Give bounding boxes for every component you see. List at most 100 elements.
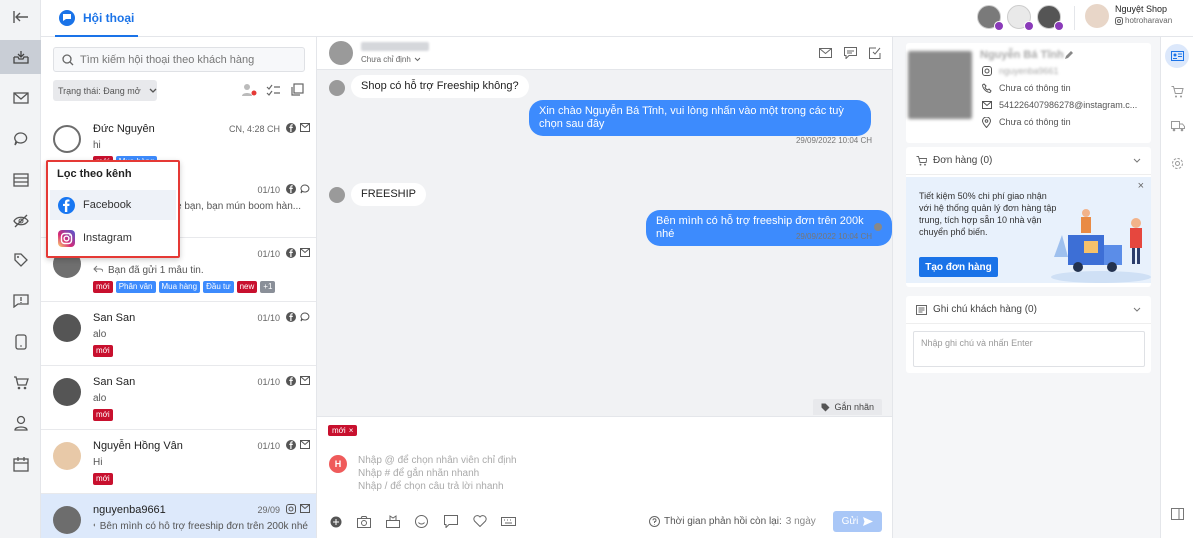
list-icon[interactable]: [0, 163, 41, 197]
tag-badge: mới: [93, 345, 113, 357]
assign-user-icon[interactable]: [241, 83, 257, 97]
account-avatar[interactable]: [1085, 4, 1109, 28]
notes-header[interactable]: Ghi chú khách hàng (0): [906, 296, 1151, 324]
chevron-down-icon: [1133, 158, 1141, 163]
orders-card: Đơn hàng (0) Tiết kiệm 50% chi phí giao …: [906, 147, 1151, 287]
location-icon: [982, 117, 991, 128]
chat-header: Chưa chỉ định: [317, 37, 892, 70]
comment-square-icon: [844, 47, 857, 59]
chevron-down-icon: [1133, 307, 1141, 312]
instagram-icon: [286, 504, 296, 514]
applied-tag[interactable]: mới ×: [328, 425, 358, 436]
edit-icon: [1065, 51, 1073, 59]
hidden-eye-icon[interactable]: [0, 204, 41, 238]
conversation-time: 01/10: [257, 185, 280, 195]
mail-icon: [982, 101, 992, 109]
conversation-name: San San: [93, 312, 136, 324]
conversation-item[interactable]: San San 01/10 alo mới: [41, 302, 316, 366]
page-avatar-3[interactable]: [1037, 5, 1064, 31]
page-avatar-2[interactable]: [1007, 5, 1034, 31]
contact-card-icon[interactable]: [1165, 44, 1189, 68]
channel-option-label: Facebook: [83, 199, 132, 211]
account-handle: hotroharavan: [1125, 16, 1173, 25]
camera-icon: [357, 516, 371, 528]
comment-icon: [300, 312, 310, 322]
customer-name-blurred: [361, 42, 429, 51]
agent-avatar: H: [329, 455, 347, 473]
copy-icon[interactable]: [291, 83, 304, 96]
tab-label: Hội thoại: [83, 10, 135, 25]
facebook-icon: [286, 376, 296, 386]
conversation-snippet: Bạn đã gửi 1 mẫu tin.: [108, 265, 204, 276]
response-time-label: Thời gian phản hồi còn lại:: [664, 516, 782, 527]
composer-hint[interactable]: Nhập @ để chọn nhân viên chỉ định: [358, 455, 517, 466]
conversation-snippet: alo: [93, 329, 107, 340]
message-incoming: FREESHIP: [351, 183, 427, 206]
mobile-icon[interactable]: [0, 325, 41, 359]
add-tag-button[interactable]: Gắn nhãn: [813, 399, 882, 415]
search-icon: [62, 53, 74, 65]
close-icon[interactable]: ×: [1138, 180, 1144, 192]
tag-icon[interactable]: [0, 243, 41, 277]
promo-text: Tiết kiệm 50% chi phí giao nhận với hệ t…: [919, 191, 1057, 237]
cart-icon[interactable]: [0, 366, 41, 400]
checklist-icon[interactable]: [266, 83, 280, 97]
more-tags-badge[interactable]: +1: [260, 281, 276, 293]
channel-option-facebook[interactable]: Facebook: [50, 190, 176, 220]
customer-username: nguyenba9661: [999, 66, 1059, 76]
conversation-item-selected[interactable]: nguyenba9661 29/09 Bên mình có hỗ trợ fr…: [41, 494, 316, 538]
channel-filter-menu: Lọc theo kênh Facebook Instagram: [46, 160, 180, 258]
search-box[interactable]: Tìm kiếm hội thoại theo khách hàng: [53, 47, 305, 72]
search-input[interactable]: Tìm kiếm hội thoại theo khách hàng: [80, 54, 254, 66]
emoji-icon: [415, 515, 428, 528]
check-square-icon: [869, 47, 881, 59]
mail-icon[interactable]: [0, 81, 41, 115]
add-tag-label: Gắn nhãn: [834, 402, 874, 412]
chat-bubble-icon: [59, 9, 75, 26]
tag-badge: Mua hàng: [158, 281, 201, 293]
mail-icon: [300, 376, 310, 385]
account-name[interactable]: Nguyệt Shop: [1115, 4, 1167, 14]
conversation-item[interactable]: San San 01/10 alo mới: [41, 366, 316, 430]
create-order-button[interactable]: Tạo đơn hàng: [919, 257, 998, 277]
quick-reply-icon: [444, 515, 458, 528]
sender-avatar: [329, 80, 345, 96]
channel-option-instagram[interactable]: Instagram: [50, 223, 176, 253]
tag-badge: Đầu tư: [203, 281, 234, 293]
collapse-icon[interactable]: [0, 0, 41, 34]
remove-tag-icon[interactable]: ×: [349, 426, 354, 435]
reply-icon: [93, 523, 95, 527]
facebook-icon: [286, 440, 296, 450]
comment-icon: [300, 184, 310, 194]
status-filter-dropdown[interactable]: Trạng thái: Đang mở: [53, 80, 157, 101]
tag-badge: mới: [93, 281, 113, 293]
assignee-status: Chưa chỉ định: [361, 55, 411, 64]
conversation-snippet: alo: [93, 393, 107, 404]
user-icon[interactable]: [0, 406, 41, 440]
orders-header[interactable]: Đơn hàng (0): [906, 147, 1151, 175]
page-avatar-1[interactable]: [977, 5, 1004, 31]
chat-panel: Chưa chỉ định Shop có hỗ trợ Freeship kh…: [317, 37, 892, 538]
conversation-time: 01/10: [257, 313, 280, 323]
instagram-icon: [58, 229, 75, 247]
composer-hint[interactable]: Nhập # để gắn nhãn nhanh: [358, 468, 479, 479]
conversation-item[interactable]: Nguyễn Hồng Vân 01/10 Hi mới: [41, 430, 316, 494]
alert-chat-icon[interactable]: [0, 284, 41, 318]
product-icon: [386, 515, 400, 528]
conversation-tags: mới: [93, 409, 113, 421]
assignee-dropdown[interactable]: Chưa chỉ định: [361, 55, 421, 64]
message-timestamp: 29/09/2022 10:04 CH: [795, 232, 872, 241]
inbox-icon[interactable]: [0, 40, 41, 74]
calendar-icon[interactable]: [0, 447, 41, 481]
customer-card: Nguyễn Bá Tĩnh nguyenba9661 Chưa có thôn…: [906, 43, 1151, 143]
tag-badge: Phân vân: [115, 281, 156, 293]
account-handle-row: hotroharavan: [1115, 16, 1172, 25]
response-time: Thời gian phản hồi còn lại: 3 ngày: [649, 516, 816, 527]
send-button[interactable]: Gửi: [833, 511, 882, 532]
comment-icon[interactable]: [0, 122, 41, 156]
composer-hint[interactable]: Nhập / để chọn câu trả lời nhanh: [358, 481, 504, 492]
channel-option-label: Instagram: [83, 232, 132, 244]
mail-icon: [819, 48, 832, 58]
notes-input[interactable]: Nhập ghi chú và nhấn Enter: [913, 331, 1145, 367]
tab-conversations[interactable]: Hội thoại: [55, 0, 139, 37]
